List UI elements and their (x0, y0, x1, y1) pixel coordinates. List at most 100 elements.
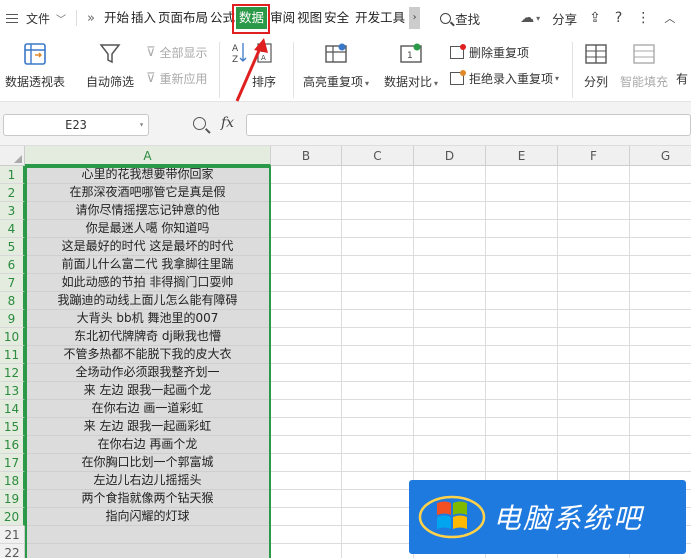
cell-e5[interactable] (486, 238, 558, 256)
cell-a7[interactable]: 如此动感的节拍 非得搁门口耍帅 (25, 274, 271, 292)
cell-b17[interactable] (271, 454, 342, 472)
row-header[interactable]: 14 (0, 400, 25, 418)
cell-b11[interactable] (271, 346, 342, 364)
cell-a4[interactable]: 你是最迷人噶 你知道吗 (25, 220, 271, 238)
cell-c13[interactable] (342, 382, 414, 400)
cell-d16[interactable] (414, 436, 486, 454)
cell-g8[interactable] (630, 292, 691, 310)
share-button[interactable]: 分享 (552, 9, 577, 28)
remove-duplicates-button[interactable]: 删除重复项 (450, 44, 529, 61)
row-header[interactable]: 21 (0, 526, 25, 544)
cell-a3[interactable]: 请你尽情摇摆忘记钟意的他 (25, 202, 271, 220)
cell-b15[interactable] (271, 418, 342, 436)
cell-g3[interactable] (630, 202, 691, 220)
cell-e14[interactable] (486, 400, 558, 418)
cell-a16[interactable]: 在你右边 再画个龙 (25, 436, 271, 454)
row-header[interactable]: 20 (0, 508, 25, 526)
cell-b5[interactable] (271, 238, 342, 256)
cell-d13[interactable] (414, 382, 486, 400)
cell-g2[interactable] (630, 184, 691, 202)
chevron-down-icon[interactable]: ▾ (139, 115, 144, 135)
cell-e8[interactable] (486, 292, 558, 310)
cell-b10[interactable] (271, 328, 342, 346)
cell-d12[interactable] (414, 364, 486, 382)
cell-f10[interactable] (558, 328, 630, 346)
pivot-table-button[interactable]: 数据透视表 (4, 42, 66, 90)
cell-a8[interactable]: 我蹦迪的动线上面儿怎么能有障碍 (25, 292, 271, 310)
row-header[interactable]: 16 (0, 436, 25, 454)
cell-d11[interactable] (414, 346, 486, 364)
search-button[interactable]: 查找 (440, 9, 480, 28)
cell-d3[interactable] (414, 202, 486, 220)
row-header[interactable]: 3 (0, 202, 25, 220)
cell-f7[interactable] (558, 274, 630, 292)
cell-a9[interactable]: 大背头 bb机 舞池里的007 (25, 310, 271, 328)
highlight-duplicates-button[interactable]: 高亮重复项 ▾ (300, 42, 372, 90)
cell-b8[interactable] (271, 292, 342, 310)
row-header[interactable]: 13 (0, 382, 25, 400)
row-header[interactable]: 17 (0, 454, 25, 472)
cell-e9[interactable] (486, 310, 558, 328)
cell-a11[interactable]: 不管多热都不能脱下我的皮大衣 (25, 346, 271, 364)
export-icon[interactable]: ⇪ (589, 10, 601, 26)
cell-e11[interactable] (486, 346, 558, 364)
cell-g16[interactable] (630, 436, 691, 454)
cell-d2[interactable] (414, 184, 486, 202)
cell-b16[interactable] (271, 436, 342, 454)
cell-a17[interactable]: 在你胸口比划一个郭富城 (25, 454, 271, 472)
cell-d15[interactable] (414, 418, 486, 436)
help-icon[interactable]: ? (615, 10, 622, 26)
row-header[interactable]: 8 (0, 292, 25, 310)
cell-f15[interactable] (558, 418, 630, 436)
tab-developer[interactable]: 开发工具 (354, 0, 406, 36)
tab-overflow-button[interactable]: › (409, 7, 421, 29)
row-header[interactable]: 5 (0, 238, 25, 256)
file-menu[interactable]: 文件 ﹀ (0, 0, 66, 36)
row-header[interactable]: 7 (0, 274, 25, 292)
cell-d14[interactable] (414, 400, 486, 418)
cell-e4[interactable] (486, 220, 558, 238)
cell-b13[interactable] (271, 382, 342, 400)
cell-g9[interactable] (630, 310, 691, 328)
row-header[interactable]: 1 (0, 166, 25, 184)
cell-b18[interactable] (271, 472, 342, 490)
cell-c11[interactable] (342, 346, 414, 364)
row-header[interactable]: 19 (0, 490, 25, 508)
cell-e12[interactable] (486, 364, 558, 382)
cell-f6[interactable] (558, 256, 630, 274)
tab-insert[interactable]: 插入 (130, 0, 157, 36)
reject-duplicates-button[interactable]: 拒绝录入重复项 ▾ (450, 70, 559, 87)
cell-b1[interactable] (271, 166, 342, 184)
cell-c5[interactable] (342, 238, 414, 256)
cell-a15[interactable]: 来 左边 跟我一起画彩虹 (25, 418, 271, 436)
cell-f4[interactable] (558, 220, 630, 238)
cell-b4[interactable] (271, 220, 342, 238)
cell-g11[interactable] (630, 346, 691, 364)
cell-a12[interactable]: 全场动作必须跟我整齐划一 (25, 364, 271, 382)
cell-g10[interactable] (630, 328, 691, 346)
cell-e15[interactable] (486, 418, 558, 436)
cell-d1[interactable] (414, 166, 486, 184)
cell-a2[interactable]: 在那深夜酒吧哪管它是真是假 (25, 184, 271, 202)
cell-a14[interactable]: 在你右边 画一道彩虹 (25, 400, 271, 418)
row-header[interactable]: 11 (0, 346, 25, 364)
cell-b3[interactable] (271, 202, 342, 220)
cell-b20[interactable] (271, 508, 342, 526)
cell-f17[interactable] (558, 454, 630, 472)
cell-c4[interactable] (342, 220, 414, 238)
cell-a1[interactable]: 心里的花我想要带你回家 (25, 166, 271, 184)
more-options-icon[interactable]: ⋮ (636, 10, 650, 26)
cell-c15[interactable] (342, 418, 414, 436)
cell-c22[interactable] (342, 544, 414, 558)
cell-d8[interactable] (414, 292, 486, 310)
cell-g7[interactable] (630, 274, 691, 292)
cloud-sync-icon[interactable]: ☁ (520, 10, 534, 26)
cell-g17[interactable] (630, 454, 691, 472)
collapse-ribbon-icon[interactable]: ︿ (664, 10, 675, 26)
tab-review[interactable]: 审阅 (269, 0, 296, 36)
cell-e1[interactable] (486, 166, 558, 184)
cell-c6[interactable] (342, 256, 414, 274)
cell-a13[interactable]: 来 左边 跟我一起画个龙 (25, 382, 271, 400)
cell-a19[interactable]: 两个食指就像两个钻天猴 (25, 490, 271, 508)
cell-g14[interactable] (630, 400, 691, 418)
